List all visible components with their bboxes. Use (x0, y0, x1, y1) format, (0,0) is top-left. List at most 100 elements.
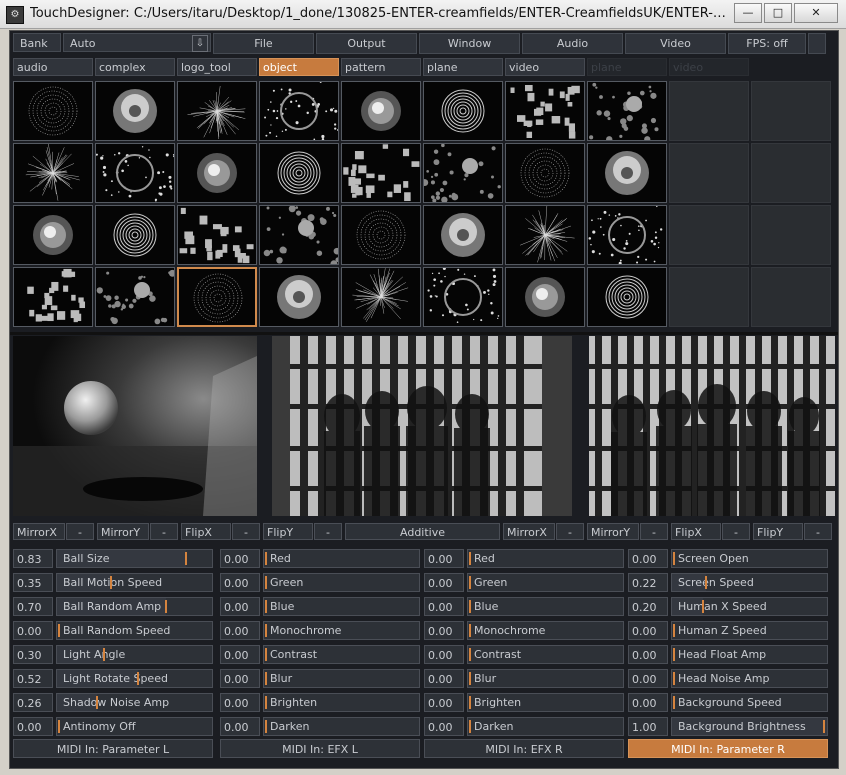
slider-handle[interactable] (469, 648, 471, 661)
slider-handle[interactable] (823, 720, 825, 733)
tab-pattern[interactable]: pattern (341, 58, 421, 76)
clip-thumbnail[interactable] (177, 267, 257, 327)
close-button[interactable]: ✕ (794, 3, 838, 23)
flip-y-toggle-right[interactable]: - (804, 523, 832, 540)
param-slider[interactable]: Background Speed (671, 693, 828, 712)
clip-thumbnail[interactable] (177, 205, 257, 265)
clip-thumbnail[interactable] (95, 81, 175, 141)
slider-handle[interactable] (469, 672, 471, 685)
slider-handle[interactable] (96, 696, 99, 709)
param-slider[interactable]: Ball Random Speed (56, 621, 213, 640)
param-slider[interactable]: Background Brightness (671, 717, 828, 736)
slider-handle[interactable] (184, 552, 187, 565)
menu-output[interactable]: Output (316, 33, 417, 54)
fps-toggle[interactable]: FPS: off (728, 33, 806, 54)
clip-thumbnail[interactable] (423, 143, 503, 203)
slider-handle[interactable] (469, 600, 471, 613)
param-value-field[interactable]: 0.00 (220, 597, 260, 616)
param-slider[interactable]: Monochrome (467, 621, 624, 640)
param-value-field[interactable]: 0.00 (628, 621, 668, 640)
clip-thumbnail[interactable] (177, 143, 257, 203)
clip-thumbnail[interactable] (505, 205, 585, 265)
param-value-field[interactable]: 0.00 (220, 717, 260, 736)
additive-toggle[interactable]: Additive (345, 523, 500, 540)
param-slider[interactable]: Human Z Speed (671, 621, 828, 640)
clip-thumbnail[interactable] (259, 81, 339, 141)
param-value-field[interactable]: 0.00 (220, 573, 260, 592)
clip-thumbnail[interactable] (259, 267, 339, 327)
param-slider[interactable]: Red (263, 549, 420, 568)
param-value-field[interactable]: 0.00 (424, 669, 464, 688)
param-slider[interactable]: Ball Size (56, 549, 213, 568)
mirror-x-toggle-right[interactable]: - (556, 523, 584, 540)
clip-thumbnail[interactable] (341, 267, 421, 327)
param-slider[interactable]: Blur (263, 669, 420, 688)
midi-input-button[interactable]: MIDI In: EFX R (424, 739, 624, 758)
clip-thumbnail[interactable] (505, 267, 585, 327)
slider-handle[interactable] (265, 648, 267, 661)
midi-input-button[interactable]: MIDI In: Parameter L (13, 739, 213, 758)
param-slider[interactable]: Green (467, 573, 624, 592)
minimize-button[interactable]: — (734, 3, 762, 23)
param-value-field[interactable]: 0.70 (13, 597, 53, 616)
param-slider[interactable]: Screen Speed (671, 573, 828, 592)
param-slider[interactable]: Brighten (263, 693, 420, 712)
param-value-field[interactable]: 0.22 (628, 573, 668, 592)
slider-handle[interactable] (164, 600, 167, 613)
param-slider[interactable]: Blue (263, 597, 420, 616)
slider-handle[interactable] (265, 672, 267, 685)
param-slider[interactable]: Contrast (263, 645, 420, 664)
slider-handle[interactable] (673, 624, 675, 637)
param-slider[interactable]: Ball Motion Speed (56, 573, 213, 592)
mirror-y-toggle-left[interactable]: - (150, 523, 178, 540)
tab-video[interactable]: video (505, 58, 585, 76)
clip-thumbnail[interactable] (13, 267, 93, 327)
slider-handle[interactable] (265, 720, 267, 733)
midi-input-button[interactable]: MIDI In: Parameter R (628, 739, 828, 758)
param-value-field[interactable]: 0.00 (628, 669, 668, 688)
clip-thumbnail[interactable] (259, 143, 339, 203)
param-value-field[interactable]: 0.52 (13, 669, 53, 688)
slider-handle[interactable] (58, 624, 60, 637)
param-value-field[interactable]: 0.00 (424, 549, 464, 568)
clip-thumbnail[interactable] (587, 143, 667, 203)
flip-x-toggle-right[interactable]: - (722, 523, 750, 540)
param-slider[interactable]: Contrast (467, 645, 624, 664)
menu-window[interactable]: Window (419, 33, 520, 54)
tab-plane[interactable]: plane (423, 58, 503, 76)
clip-thumbnail[interactable] (423, 205, 503, 265)
param-value-field[interactable]: 0.00 (424, 573, 464, 592)
slider-handle[interactable] (265, 576, 267, 589)
param-value-field[interactable]: 0.00 (628, 549, 668, 568)
param-slider[interactable]: Darken (467, 717, 624, 736)
param-slider[interactable]: Human X Speed (671, 597, 828, 616)
clip-thumbnail[interactable] (341, 205, 421, 265)
clip-thumbnail[interactable] (587, 81, 667, 141)
slider-handle[interactable] (265, 552, 267, 565)
fps-checkbox[interactable] (808, 33, 826, 54)
slider-handle[interactable] (469, 720, 471, 733)
tab-object[interactable]: object (259, 58, 339, 76)
param-slider[interactable]: Ball Random Amp (56, 597, 213, 616)
clip-thumbnail[interactable] (505, 81, 585, 141)
slider-handle[interactable] (469, 624, 471, 637)
clip-thumbnail[interactable] (95, 267, 175, 327)
maximize-button[interactable]: □ (764, 3, 792, 23)
clip-thumbnail[interactable] (423, 267, 503, 327)
slider-handle[interactable] (469, 552, 471, 565)
param-value-field[interactable]: 0.00 (424, 645, 464, 664)
slider-handle[interactable] (673, 648, 675, 661)
touchdesigner-app-icon[interactable]: ⚙ (6, 6, 24, 24)
param-value-field[interactable]: 0.00 (13, 717, 53, 736)
param-value-field[interactable]: 0.26 (13, 693, 53, 712)
clip-thumbnail[interactable] (13, 143, 93, 203)
slider-handle[interactable] (702, 600, 704, 613)
param-value-field[interactable]: 0.00 (424, 621, 464, 640)
clip-thumbnail[interactable] (95, 143, 175, 203)
param-value-field[interactable]: 0.00 (424, 597, 464, 616)
param-value-field[interactable]: 0.00 (628, 645, 668, 664)
slider-handle[interactable] (673, 552, 675, 565)
slider-handle[interactable] (265, 696, 267, 709)
param-value-field[interactable]: 0.00 (424, 693, 464, 712)
flip-y-toggle-left[interactable]: - (314, 523, 342, 540)
